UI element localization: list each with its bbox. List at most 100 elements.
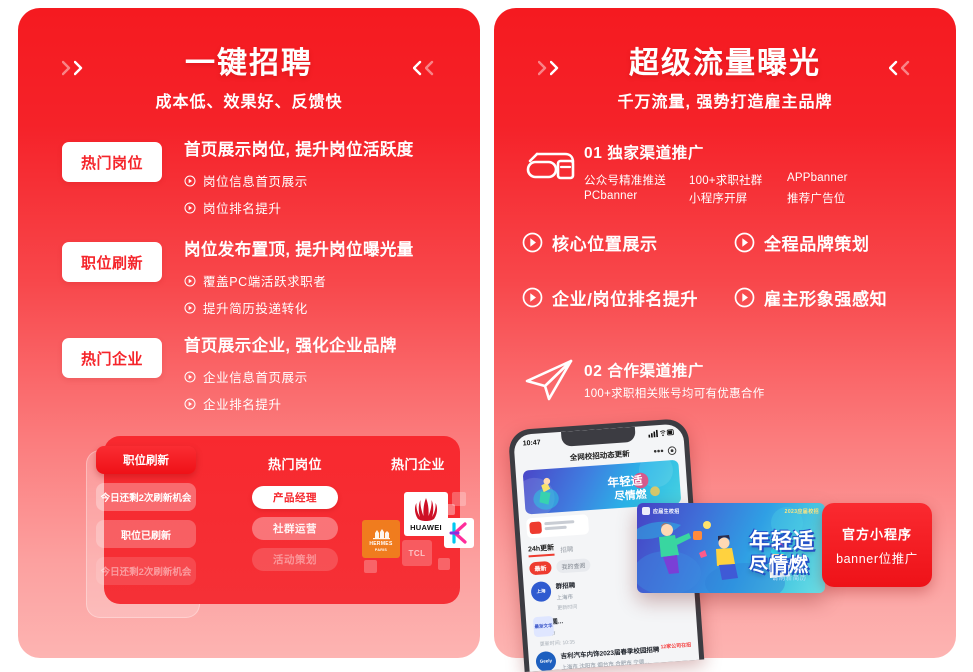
circle-play-icon [734, 287, 755, 308]
svg-text:尽情燃: 尽情燃 [614, 488, 647, 503]
feature-heading: 首页展示企业, 强化企业品牌 [184, 337, 397, 355]
highlight-core-position: 核心位置展示 [522, 230, 658, 255]
left-card-subtitle: 成本低、效果好、反馈快 [155, 94, 343, 111]
more-icon[interactable] [653, 447, 664, 456]
left-card-header: 一键招聘 成本低、效果好、反馈快 [18, 8, 480, 113]
refresh-status-column: 职位刷新 今日还剩2次刷新机会 职位已刷新 今日还剩2次刷新机会 [96, 446, 196, 594]
feature-heading: 岗位发布置顶, 提升岗位曝光量 [184, 241, 414, 259]
hot-job-tag[interactable]: 活动策划 [252, 548, 338, 571]
megaphone-icon [522, 141, 580, 185]
illustration-status-item: 今日还剩2次刷新机会 [96, 557, 196, 585]
hot-companies-group: 热门企业 HERMES PARIS HUAWEI TCL [358, 454, 478, 578]
feature-body: 首页展示企业, 强化企业品牌 企业信息首页展示 企业排名提升 [184, 332, 454, 421]
poster-brand-label: 应届生校招 [653, 508, 680, 515]
poster-brand: 应届生校招 [642, 507, 680, 515]
feature-bullet: 岗位排名提升 [184, 198, 454, 217]
illustration-status-item: 职位已刷新 [96, 520, 196, 548]
circle-play-icon [184, 371, 196, 382]
poster-brand-icon [642, 507, 650, 515]
hermes-logo: HERMES PARIS [362, 520, 400, 558]
highlight-label: 核心位置展示 [552, 235, 658, 254]
block-subtitle: 100+求职相关账号均可有优惠合作 [584, 388, 765, 400]
card-one-click-recruiting: 一键招聘 成本低、效果好、反馈快 热门岗位 首页展示岗位, 提升岗位活跃度 岗位… [18, 8, 480, 658]
channel-item: 100+求职社群 [689, 175, 763, 187]
right-card-subtitle: 千万流量, 强势打造雇主品牌 [617, 94, 833, 111]
feature-bullet: 企业信息首页展示 [184, 367, 454, 386]
channel-item: PCbanner [584, 190, 638, 202]
tab-recruiting[interactable]: 招聘 [560, 543, 573, 554]
block-partner-channel: 02 合作渠道推广 100+求职相关账号均可有优惠合作 [522, 353, 934, 404]
tcl-logo: TCL [402, 540, 432, 566]
list-item-body: 广州圆... 广州市 更新时间: 10:35 [538, 606, 691, 648]
circle-play-icon [184, 202, 196, 213]
phone-filter-chips[interactable]: 最新 我的查阅 [529, 558, 591, 576]
paper-plane-icon [522, 353, 580, 401]
phone-nav-title: 全网校招动态更新 [569, 448, 630, 462]
hermes-subtext: PARIS [374, 548, 388, 552]
hot-jobs-group: 热门岗位 产品经理 社群运营 活动策划 [246, 454, 344, 579]
promo-line-1: 官方小程序 [841, 526, 912, 542]
feature-pill-hot-jobs[interactable]: 热门岗位 [62, 142, 162, 182]
channel-grid: 公众号精准推送 100+求职社群 APPbanner PCbanner 小程序开… [584, 172, 934, 206]
feature-bullet: 覆盖PC端活跃求职者 [184, 271, 454, 290]
feature-bullet-label: 企业排名提升 [203, 398, 282, 412]
channel-item: APPbanner [787, 172, 848, 184]
circle-play-icon [734, 232, 755, 253]
decorative-square [364, 560, 377, 573]
hot-job-tag[interactable]: 产品经理 [252, 486, 338, 509]
tab-24h-update[interactable]: 24h更新 [527, 542, 555, 558]
chip-my-views[interactable]: 我的查阅 [555, 558, 591, 574]
phone-tabs[interactable]: 24h更新 招聘 [527, 541, 574, 558]
block-title: 01 独家渠道推广 [584, 145, 704, 162]
feature-row-hot-jobs: 热门岗位 首页展示岗位, 提升岗位活跃度 岗位信息首页展示 岗位排名提升 [62, 136, 454, 225]
feature-bullet-label: 岗位排名提升 [203, 202, 282, 216]
feature-bullet: 岗位信息首页展示 [184, 171, 454, 190]
highlight-brand-planning: 全程品牌策划 [734, 230, 870, 255]
hot-jobs-title: 热门岗位 [267, 457, 322, 472]
avatar: 最浙文华 [532, 615, 555, 638]
left-card-illustration: 职位刷新 今日还剩2次刷新机会 职位已刷新 今日还剩2次刷新机会 热门岗位 产品… [78, 436, 474, 626]
huawei-wordmark: HUAWEI [410, 523, 442, 532]
svg-text:年轻适: 年轻适 [607, 473, 643, 489]
circle-play-icon [184, 398, 196, 409]
feature-body: 岗位发布置顶, 提升岗位曝光量 覆盖PC端活跃求职者 提升简历投递转化 [184, 236, 454, 325]
circle-play-icon [184, 302, 196, 313]
status-icons [648, 428, 675, 440]
kuaishou-logo [444, 518, 474, 548]
channel-item: 小程序开屏 [689, 193, 748, 205]
company-logo-cloud: HERMES PARIS HUAWEI TCL [358, 486, 476, 578]
feature-pill-hot-companies[interactable]: 热门企业 [62, 338, 162, 378]
left-card-title: 一键招聘 [185, 47, 313, 80]
feature-row-hot-companies: 热门企业 首页展示企业, 强化企业品牌 企业信息首页展示 企业排名提升 [62, 332, 454, 421]
calendar-badge-icon [529, 521, 543, 535]
chip-latest[interactable]: 最新 [529, 560, 552, 576]
decorative-square [438, 558, 450, 570]
hot-companies-title: 热门企业 [390, 457, 445, 472]
target-icon[interactable] [667, 445, 677, 455]
campaign-poster[interactable]: 应届生校招 2023应届校招 年轻适 尽情燃 请刷新简历 [637, 503, 825, 593]
promo-line-2: banner位推广 [836, 551, 918, 566]
feature-bullet-label: 覆盖PC端活跃求职者 [203, 275, 327, 289]
phone-nav-actions[interactable] [653, 445, 677, 456]
mini-program-promo-box[interactable]: 官方小程序 banner位推广 [822, 503, 932, 587]
highlight-label: 企业/岗位排名提升 [552, 290, 699, 309]
calendar-card-text [544, 520, 575, 532]
block-exclusive-channel: 01 独家渠道推广 公众号精准推送 100+求职社群 APPbanner PCb… [522, 141, 934, 206]
channel-item: 公众号精准推送 [584, 175, 666, 187]
feature-bullet: 提升简历投递转化 [184, 298, 454, 317]
feature-heading: 首页展示岗位, 提升岗位活跃度 [184, 141, 414, 159]
block-title: 02 合作渠道推广 [584, 363, 704, 380]
feature-bullet-label: 岗位信息首页展示 [203, 175, 308, 189]
circle-play-icon [184, 175, 196, 186]
feature-body: 首页展示岗位, 提升岗位活跃度 岗位信息首页展示 岗位排名提升 [184, 136, 454, 225]
poster-tag: 2023应届校招 [784, 509, 819, 515]
phone-calendar-card[interactable] [525, 514, 590, 539]
poster-line-3: 请刷新简历 [771, 576, 807, 582]
feature-row-job-refresh: 职位刷新 岗位发布置顶, 提升岗位曝光量 覆盖PC端活跃求职者 提升简历投递转化 [62, 236, 454, 325]
illustration-refresh-button[interactable]: 职位刷新 [96, 446, 196, 474]
feature-pill-job-refresh[interactable]: 职位刷新 [62, 242, 162, 282]
circle-play-icon [184, 275, 196, 286]
illustration-status-item: 今日还剩2次刷新机会 [96, 483, 196, 511]
hot-job-tag[interactable]: 社群运营 [252, 517, 338, 540]
block-body: 01 独家渠道推广 公众号精准推送 100+求职社群 APPbanner PCb… [584, 141, 934, 206]
